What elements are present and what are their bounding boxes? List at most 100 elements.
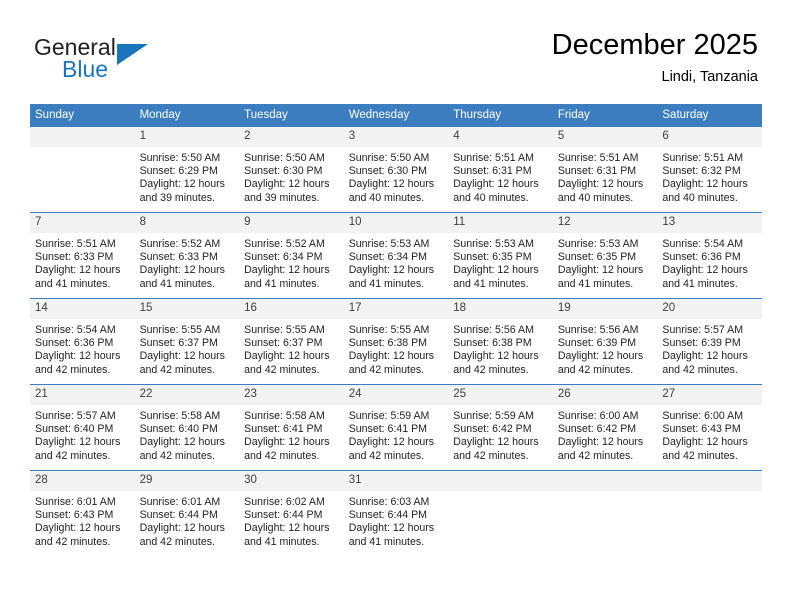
day-number: 13: [657, 213, 762, 233]
day-number: 23: [239, 385, 344, 405]
sunrise-line: Sunrise: 5:53 AM: [348, 238, 430, 250]
sunset-line: Sunset: 6:43 PM: [35, 509, 114, 522]
calendar-day-cell[interactable]: 4 Sunrise: 5:51 AM Sunset: 6:31 PM Daylight…: [448, 126, 553, 213]
sunset-line: Sunset: 6:42 PM: [557, 423, 637, 436]
calendar-day-cell[interactable]: 14 Sunrise: 5:54 AM Sunset: 6:36 PM Dayligh…: [30, 298, 135, 385]
daylight-line-2: and 40 minutes.: [453, 191, 529, 204]
sunset-line: Sunset: 6:43 PM: [662, 423, 741, 436]
calendar-day-cell[interactable]: 31 Sunrise: 6:03 AM Sunset: 6:44 PM Dayligh…: [343, 470, 449, 556]
day-number: 17: [343, 299, 449, 319]
calendar-day-cell[interactable]: 24 Sunrise: 5:59 AM Sunset: 6:41 PM Dayligh…: [343, 384, 449, 471]
daylight-line-2: and 41 minutes.: [244, 277, 320, 290]
day-number: 30: [239, 471, 344, 491]
sunrise-line: Sunrise: 5:58 AM: [139, 410, 221, 422]
daylight-line-2: and 42 minutes.: [557, 449, 634, 462]
calendar-day-cell[interactable]: 21 Sunrise: 5:57 AM Sunset: 6:40 PM Dayligh…: [30, 384, 135, 471]
sunrise-line: Sunrise: 5:55 AM: [244, 324, 325, 336]
sunrise-line: Sunrise: 6:00 AM: [662, 410, 744, 422]
sunrise-line: Sunrise: 6:03 AM: [348, 496, 430, 508]
sunset-line: Sunset: 6:36 PM: [35, 337, 114, 350]
daylight-line-2: and 42 minutes.: [244, 449, 320, 462]
calendar-day-cell[interactable]: 15 Sunrise: 5:55 AM Sunset: 6:37 PM Dayligh…: [134, 298, 240, 385]
sunset-line: Sunset: 6:44 PM: [348, 509, 428, 522]
calendar-day-cell[interactable]: 28 Sunrise: 6:01 AM Sunset: 6:43 PM Dayligh…: [30, 470, 135, 556]
day-number: 24: [343, 385, 449, 405]
sunrise-line: Sunrise: 5:56 AM: [557, 324, 639, 336]
day-number: [657, 471, 762, 491]
sunset-line: Sunset: 6:29 PM: [139, 165, 218, 178]
page-subtitle-location: Lindi, Tanzania: [661, 69, 758, 85]
calendar-day-cell[interactable]: 18 Sunrise: 5:56 AM Sunset: 6:38 PM Dayligh…: [448, 298, 553, 385]
calendar-day-cell[interactable]: 19 Sunrise: 5:56 AM Sunset: 6:39 PM Dayligh…: [552, 298, 658, 385]
calendar-day-cell[interactable]: 30 Sunrise: 6:02 AM Sunset: 6:44 PM Dayligh…: [239, 470, 344, 556]
day-number: 20: [657, 299, 762, 319]
weekday-header-friday: Friday: [552, 104, 658, 127]
title-block: December 2025 Lindi, Tanzania: [552, 28, 758, 87]
calendar-day-cell[interactable]: 26 Sunrise: 6:00 AM Sunset: 6:42 PM Dayligh…: [552, 384, 658, 471]
daylight-line-2: and 40 minutes.: [662, 191, 738, 204]
daylight-line-2: and 42 minutes.: [662, 363, 738, 376]
daylight-line-1: Daylight: 12 hours: [453, 350, 539, 363]
daylight-line-1: Daylight: 12 hours: [662, 350, 748, 363]
day-number: 28: [30, 471, 135, 491]
daylight-line-1: Daylight: 12 hours: [453, 178, 539, 191]
calendar-day-cell[interactable]: 23 Sunrise: 5:58 AM Sunset: 6:41 PM Dayligh…: [239, 384, 344, 471]
daylight-line-2: and 40 minutes.: [557, 191, 634, 204]
daylight-line-2: and 42 minutes.: [662, 449, 738, 462]
calendar-day-cell[interactable]: 22 Sunrise: 5:58 AM Sunset: 6:40 PM Dayligh…: [134, 384, 240, 471]
calendar-day-cell[interactable]: 20 Sunrise: 5:57 AM Sunset: 6:39 PM Dayligh…: [657, 298, 762, 385]
sunrise-line: Sunrise: 5:59 AM: [453, 410, 534, 422]
sunrise-line: Sunrise: 6:01 AM: [35, 496, 116, 508]
daylight-line-1: Daylight: 12 hours: [662, 436, 748, 449]
calendar-day-cell[interactable]: 17 Sunrise: 5:55 AM Sunset: 6:38 PM Dayligh…: [343, 298, 449, 385]
calendar-day-cell[interactable]: 1 Sunrise: 5:50 AM Sunset: 6:29 PM Daylight…: [134, 126, 240, 213]
calendar-day-cell[interactable]: 10 Sunrise: 5:53 AM Sunset: 6:34 PM Dayligh…: [343, 212, 449, 299]
daylight-line-2: and 42 minutes.: [139, 449, 215, 462]
daylight-line-1: Daylight: 12 hours: [662, 264, 748, 277]
sunrise-line: Sunrise: 6:02 AM: [244, 496, 325, 508]
daylight-line-2: and 42 minutes.: [453, 363, 529, 376]
day-details: Sunrise: 5:51 AM Sunset: 6:32 PM Daylight:…: [657, 147, 762, 205]
day-details: Sunrise: 5:55 AM Sunset: 6:38 PM Daylight:…: [344, 319, 449, 377]
sunset-line: Sunset: 6:34 PM: [348, 251, 428, 264]
daylight-line-1: Daylight: 12 hours: [557, 436, 644, 449]
daylight-line-1: Daylight: 12 hours: [348, 436, 435, 449]
calendar-header-row: Sunday Monday Tuesday Wednesday Thursday Frid…: [30, 104, 762, 127]
sunset-line: Sunset: 6:42 PM: [453, 423, 532, 436]
day-number: 7: [30, 213, 135, 233]
day-details: Sunrise: 5:51 AM Sunset: 6:31 PM Daylight:…: [553, 147, 658, 205]
day-details: Sunrise: 5:51 AM Sunset: 6:31 PM Daylight:…: [448, 147, 553, 205]
calendar-day-cell[interactable]: 3 Sunrise: 5:50 AM Sunset: 6:30 PM Daylight…: [343, 126, 449, 213]
calendar-day-cell[interactable]: 7 Sunrise: 5:51 AM Sunset: 6:33 PM Daylight…: [30, 212, 135, 299]
daylight-line-1: Daylight: 12 hours: [35, 350, 121, 363]
calendar-day-cell[interactable]: 29 Sunrise: 6:01 AM Sunset: 6:44 PM Dayligh…: [134, 470, 240, 556]
day-number: 5: [552, 127, 658, 147]
sunrise-line: Sunrise: 5:56 AM: [453, 324, 534, 336]
calendar-day-cell[interactable]: 27 Sunrise: 6:00 AM Sunset: 6:43 PM Dayligh…: [657, 384, 762, 471]
calendar-day-cell[interactable]: 12 Sunrise: 5:53 AM Sunset: 6:35 PM Dayligh…: [552, 212, 658, 299]
day-number: [448, 471, 553, 491]
weekday-header-wednesday: Wednesday: [343, 104, 449, 127]
daylight-line-1: Daylight: 12 hours: [662, 178, 748, 191]
general-blue-logo[interactable]: General Blue: [34, 34, 214, 86]
calendar-week-row: 7 Sunrise: 5:51 AM Sunset: 6:33 PM Daylight…: [30, 212, 762, 299]
sunset-line: Sunset: 6:33 PM: [139, 251, 218, 264]
sunset-line: Sunset: 6:39 PM: [662, 337, 741, 350]
calendar-day-cell[interactable]: 11 Sunrise: 5:53 AM Sunset: 6:35 PM Dayligh…: [448, 212, 553, 299]
calendar-day-cell[interactable]: 8 Sunrise: 5:52 AM Sunset: 6:33 PM Daylight…: [134, 212, 240, 299]
daylight-line-1: Daylight: 12 hours: [244, 436, 330, 449]
daylight-line-2: and 42 minutes.: [35, 363, 111, 376]
calendar-day-cell[interactable]: 2 Sunrise: 5:50 AM Sunset: 6:30 PM Daylight…: [239, 126, 344, 213]
calendar-day-cell[interactable]: 13 Sunrise: 5:54 AM Sunset: 6:36 PM Dayligh…: [657, 212, 762, 299]
calendar-day-cell[interactable]: 6 Sunrise: 5:51 AM Sunset: 6:32 PM Daylight…: [657, 126, 762, 213]
sunset-line: Sunset: 6:38 PM: [348, 337, 428, 350]
daylight-line-2: and 42 minutes.: [348, 363, 425, 376]
calendar-day-cell[interactable]: 25 Sunrise: 5:59 AM Sunset: 6:42 PM Dayligh…: [448, 384, 553, 471]
calendar-day-cell[interactable]: 5 Sunrise: 5:51 AM Sunset: 6:31 PM Daylight…: [552, 126, 658, 213]
calendar-week-row: 14 Sunrise: 5:54 AM Sunset: 6:36 PM Dayligh…: [30, 298, 762, 385]
weekday-header-sunday: Sunday: [30, 104, 135, 127]
daylight-line-2: and 41 minutes.: [139, 277, 215, 290]
weekday-header-tuesday: Tuesday: [239, 104, 344, 127]
calendar-day-cell[interactable]: 16 Sunrise: 5:55 AM Sunset: 6:37 PM Dayligh…: [239, 298, 344, 385]
calendar-day-cell[interactable]: 9 Sunrise: 5:52 AM Sunset: 6:34 PM Daylight…: [239, 212, 344, 299]
